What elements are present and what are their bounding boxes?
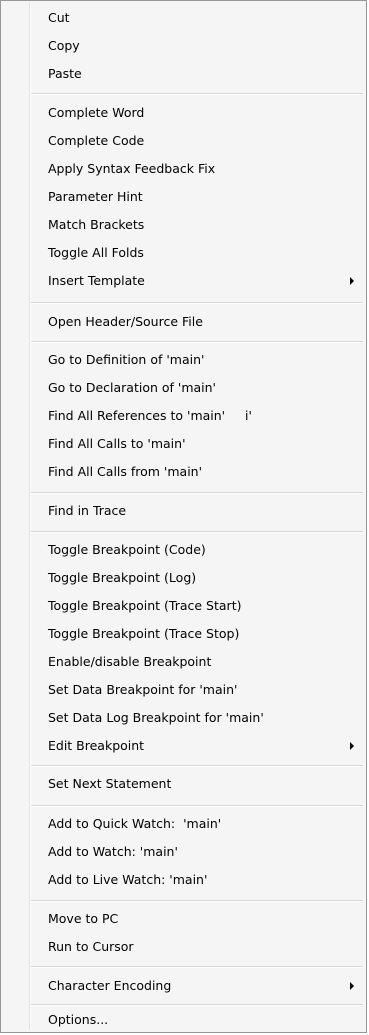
- menu-item-label: Open Header/Source File: [48, 314, 203, 329]
- menu-separator: [31, 966, 363, 968]
- menu-item-toggle-breakpoint-log[interactable]: Toggle Breakpoint (Log): [3, 565, 364, 591]
- menu-item-label: Toggle Breakpoint (Code): [48, 542, 206, 557]
- menu-item-character-encoding[interactable]: Character Encoding: [3, 973, 364, 999]
- menu-item-add-to-live-watch[interactable]: Add to Live Watch: 'main': [3, 867, 364, 893]
- menu-item-label: Copy: [48, 38, 80, 53]
- menu-item-label: Add to Quick Watch: 'main': [48, 816, 222, 831]
- menu-item-label: Add to Watch: 'main': [48, 844, 178, 859]
- menu-item-label: Set Next Statement: [48, 776, 172, 791]
- menu-item-label: Toggle All Folds: [48, 245, 144, 260]
- menu-item-label: Find All Calls to 'main': [48, 436, 186, 451]
- menu-item-set-data-log-breakpoint[interactable]: Set Data Log Breakpoint for 'main': [3, 705, 364, 731]
- submenu-arrow-icon: [350, 277, 354, 285]
- menu-item-label: Complete Code: [48, 133, 145, 148]
- menu-item-toggle-breakpoint-trace-stop[interactable]: Toggle Breakpoint (Trace Stop): [3, 621, 364, 647]
- menu-item-toggle-breakpoint-code[interactable]: Toggle Breakpoint (Code): [3, 537, 364, 563]
- menu-separator: [31, 492, 363, 494]
- menu-item-label: Find All References to 'main' i': [48, 408, 252, 423]
- menu-item-complete-word[interactable]: Complete Word: [3, 100, 364, 126]
- menu-item-label: Enable/disable Breakpoint: [48, 654, 212, 669]
- menu-item-label: Paste: [48, 66, 82, 81]
- menu-item-complete-code[interactable]: Complete Code: [3, 128, 364, 154]
- menu-item-go-to-definition[interactable]: Go to Definition of 'main': [3, 347, 364, 373]
- menu-item-move-to-pc[interactable]: Move to PC: [3, 906, 364, 932]
- context-menu: Cut Copy Paste Complete Word Complete Co…: [0, 0, 367, 1033]
- menu-item-find-all-references[interactable]: Find All References to 'main' i': [3, 403, 364, 429]
- menu-item-parameter-hint[interactable]: Parameter Hint: [3, 184, 364, 210]
- menu-item-insert-template[interactable]: Insert Template: [3, 268, 364, 294]
- menu-item-label: Options...: [48, 1012, 109, 1027]
- menu-item-toggle-breakpoint-trace-start[interactable]: Toggle Breakpoint (Trace Start): [3, 593, 364, 619]
- menu-separator: [31, 900, 363, 902]
- menu-item-set-next-statement[interactable]: Set Next Statement: [3, 771, 364, 797]
- menu-item-find-all-calls-to[interactable]: Find All Calls to 'main': [3, 431, 364, 457]
- menu-item-label: Run to Cursor: [48, 939, 134, 954]
- menu-item-options[interactable]: Options...: [3, 1007, 364, 1033]
- menu-item-label: Apply Syntax Feedback Fix: [48, 161, 216, 176]
- menu-separator: [31, 302, 363, 304]
- menu-item-label: Cut: [48, 10, 70, 25]
- menu-item-add-to-watch[interactable]: Add to Watch: 'main': [3, 839, 364, 865]
- menu-item-label: Go to Declaration of 'main': [48, 380, 216, 395]
- menu-separator: [31, 93, 363, 95]
- menu-item-open-header-source-file[interactable]: Open Header/Source File: [3, 309, 364, 335]
- menu-item-label: Set Data Log Breakpoint for 'main': [48, 710, 264, 725]
- menu-item-label: Complete Word: [48, 105, 145, 120]
- menu-item-label: Toggle Breakpoint (Trace Stop): [48, 626, 240, 641]
- menu-item-label: Find in Trace: [48, 503, 127, 518]
- menu-item-set-data-breakpoint[interactable]: Set Data Breakpoint for 'main': [3, 677, 364, 703]
- menu-item-label: Insert Template: [48, 273, 145, 288]
- menu-item-label: Move to PC: [48, 911, 119, 926]
- menu-item-toggle-all-folds[interactable]: Toggle All Folds: [3, 240, 364, 266]
- menu-item-label: Parameter Hint: [48, 189, 143, 204]
- menu-separator: [31, 805, 363, 807]
- menu-item-label: Edit Breakpoint: [48, 738, 145, 753]
- menu-item-label: Match Brackets: [48, 217, 145, 232]
- menu-item-label: Go to Definition of 'main': [48, 352, 205, 367]
- submenu-arrow-icon: [350, 742, 354, 750]
- menu-item-label: Toggle Breakpoint (Trace Start): [48, 598, 242, 613]
- menu-item-edit-breakpoint[interactable]: Edit Breakpoint: [3, 733, 364, 759]
- menu-item-add-to-quick-watch[interactable]: Add to Quick Watch: 'main': [3, 811, 364, 837]
- menu-item-match-brackets[interactable]: Match Brackets: [3, 212, 364, 238]
- menu-item-label: Find All Calls from 'main': [48, 464, 203, 479]
- menu-separator: [31, 341, 363, 343]
- menu-separator: [31, 765, 363, 767]
- menu-separator: [31, 1004, 363, 1006]
- menu-separator: [31, 531, 363, 533]
- menu-item-label: Character Encoding: [48, 978, 172, 993]
- menu-item-run-to-cursor[interactable]: Run to Cursor: [3, 934, 364, 960]
- menu-item-paste[interactable]: Paste: [3, 61, 364, 87]
- menu-item-cut[interactable]: Cut: [3, 5, 364, 31]
- menu-item-label: Set Data Breakpoint for 'main': [48, 682, 238, 697]
- menu-item-label: Add to Live Watch: 'main': [48, 872, 208, 887]
- menu-item-find-in-trace[interactable]: Find in Trace: [3, 498, 364, 524]
- menu-item-copy[interactable]: Copy: [3, 33, 364, 59]
- submenu-arrow-icon: [350, 982, 354, 990]
- menu-item-find-all-calls-from[interactable]: Find All Calls from 'main': [3, 459, 364, 485]
- menu-item-apply-syntax-feedback-fix[interactable]: Apply Syntax Feedback Fix: [3, 156, 364, 182]
- menu-item-go-to-declaration[interactable]: Go to Declaration of 'main': [3, 375, 364, 401]
- menu-item-label: Toggle Breakpoint (Log): [48, 570, 197, 585]
- menu-item-enable-disable-breakpoint[interactable]: Enable/disable Breakpoint: [3, 649, 364, 675]
